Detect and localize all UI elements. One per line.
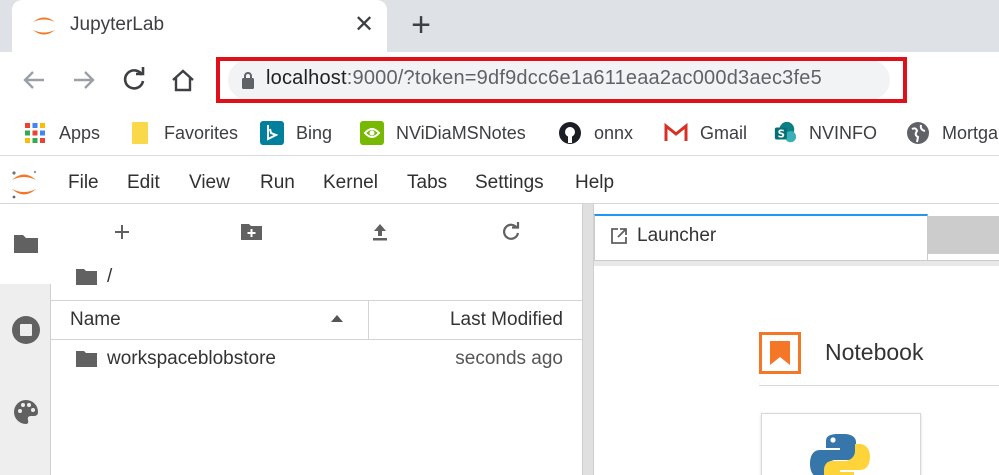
menu-tabs[interactable]: Tabs xyxy=(407,172,447,194)
menu-edit[interactable]: Edit xyxy=(127,172,160,194)
bookmark-label: Apps xyxy=(59,122,101,143)
bookmark-label: Favorites xyxy=(164,122,239,143)
browser-toolbar: localhost:9000/?token=9df9dcc6e1a611eaa2… xyxy=(0,52,999,110)
menu-kernel[interactable]: Kernel xyxy=(323,172,378,194)
file-browser-panel: / Name Last Modified workspaceblobstore … xyxy=(51,204,582,475)
address-bar-highlight-box xyxy=(216,57,907,103)
bookmark-apps[interactable]: Apps xyxy=(23,119,100,147)
folder-icon xyxy=(76,351,97,367)
file-list-item[interactable]: workspaceblobstore seconds ago xyxy=(51,342,582,378)
refresh-button[interactable] xyxy=(496,218,526,246)
bookmarks-bar: Apps Favorites Bing NViDiaMSNotes onnx G… xyxy=(0,110,999,156)
bookmark-mortga[interactable]: Mortga xyxy=(906,119,998,147)
breadcrumb-root[interactable]: / xyxy=(107,266,112,288)
sidebar-tab-themes[interactable] xyxy=(0,372,51,452)
file-name: workspaceblobstore xyxy=(107,348,276,369)
tab-bar-empty-area xyxy=(928,216,999,254)
file-list-header: Name Last Modified xyxy=(51,300,582,340)
section-title-notebook: Notebook xyxy=(825,339,924,365)
jupyter-logo-icon xyxy=(33,17,55,35)
python-logo-icon xyxy=(810,434,870,475)
left-activity-bar xyxy=(0,204,52,475)
gmail-icon xyxy=(664,121,688,145)
jupyterlab-menubar: File Edit View Run Kernel Tabs Settings … xyxy=(0,162,999,204)
bookmark-label: Mortga xyxy=(942,122,999,143)
launcher-icon xyxy=(611,228,627,244)
bookmark-label: NVINFO xyxy=(809,122,878,143)
sidebar-tab-file-browser[interactable] xyxy=(0,204,52,284)
sort-ascending-icon xyxy=(331,315,343,322)
notebook-bookmark-icon xyxy=(759,332,801,374)
new-tab-button[interactable]: + xyxy=(404,8,438,42)
globe-icon xyxy=(906,121,930,145)
tab-launcher[interactable]: Launcher xyxy=(594,214,928,260)
bookmark-nvidiamsnotes[interactable]: NViDiaMSNotes xyxy=(360,119,526,147)
home-icon[interactable] xyxy=(167,64,199,96)
menu-file[interactable]: File xyxy=(68,172,99,194)
launcher-panel: Notebook xyxy=(594,266,999,475)
new-folder-icon xyxy=(241,224,262,240)
bookmark-onnx[interactable]: onnx xyxy=(558,119,633,147)
bookmark-gmail[interactable]: Gmail xyxy=(664,119,747,147)
panel-splitter[interactable] xyxy=(582,204,594,475)
launcher-card-python[interactable] xyxy=(761,413,921,475)
tab-label: Launcher xyxy=(637,225,717,246)
section-divider xyxy=(759,385,999,386)
bookmark-label: Bing xyxy=(296,122,333,143)
github-icon xyxy=(558,121,582,145)
file-last-modified: seconds ago xyxy=(455,348,563,369)
menu-run[interactable]: Run xyxy=(260,172,295,194)
sidebar-tab-running[interactable] xyxy=(0,290,51,370)
dock-tab-bar: Launcher xyxy=(594,204,999,260)
refresh-icon xyxy=(503,222,520,240)
column-label: Last Modified xyxy=(449,309,563,330)
bookmark-bing[interactable]: Bing xyxy=(260,119,332,147)
nvidia-icon xyxy=(360,121,384,145)
svg-text:S: S xyxy=(778,130,785,141)
column-header-last-modified[interactable]: Last Modified xyxy=(369,301,582,339)
plus-icon xyxy=(115,225,129,239)
forward-arrow-icon[interactable] xyxy=(68,64,100,96)
running-stop-icon xyxy=(11,316,40,344)
menu-settings[interactable]: Settings xyxy=(475,172,544,194)
upload-button[interactable] xyxy=(365,218,395,246)
tab-title: JupyterLab xyxy=(70,14,165,35)
menu-view[interactable]: View xyxy=(189,172,230,194)
back-arrow-icon[interactable] xyxy=(18,64,50,96)
bookmark-label: NViDiaMSNotes xyxy=(396,122,526,143)
bookmark-label: onnx xyxy=(594,122,634,143)
new-folder-button[interactable] xyxy=(237,218,267,246)
browser-tab[interactable]: JupyterLab ✕ xyxy=(12,0,387,52)
folder-icon xyxy=(14,235,38,253)
breadcrumb: / xyxy=(75,266,112,288)
palette-icon xyxy=(13,400,38,424)
column-label: Name xyxy=(70,309,121,330)
folder-icon[interactable] xyxy=(75,267,99,287)
reload-icon[interactable] xyxy=(118,64,150,96)
folder-icon xyxy=(128,121,152,145)
browser-tab-strip: JupyterLab ✕ + xyxy=(0,0,999,52)
close-tab-icon[interactable]: ✕ xyxy=(352,10,376,40)
jupyter-logo-icon xyxy=(12,170,37,199)
sharepoint-icon: S xyxy=(773,121,797,145)
upload-icon xyxy=(373,224,387,241)
bookmark-label: Gmail xyxy=(700,122,748,143)
new-launcher-button[interactable] xyxy=(107,218,137,246)
main-dock-area: Launcher Notebook xyxy=(594,204,999,475)
column-header-name[interactable]: Name xyxy=(51,301,369,339)
bing-icon xyxy=(260,121,284,145)
menu-help[interactable]: Help xyxy=(575,172,614,194)
bookmark-nvinfo[interactable]: S NVINFO xyxy=(773,119,877,147)
bookmark-favorites[interactable]: Favorites xyxy=(128,119,238,147)
apps-grid-icon xyxy=(23,121,47,145)
